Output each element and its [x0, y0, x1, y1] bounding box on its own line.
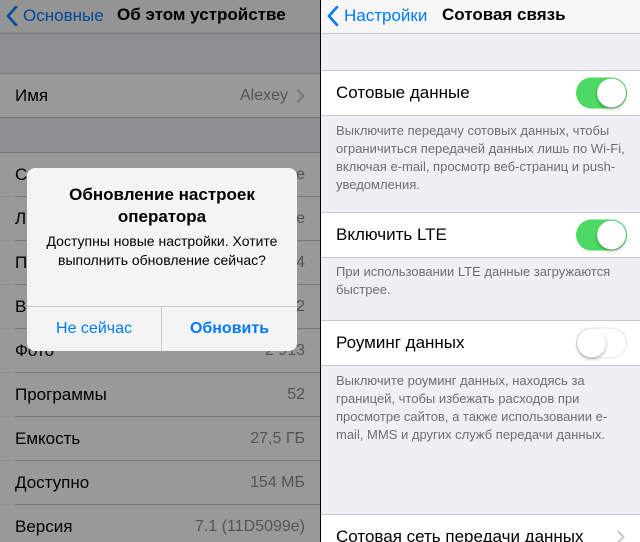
chevron-left-icon	[327, 6, 339, 26]
cellular-data-toggle[interactable]	[576, 77, 627, 109]
toggle-knob	[597, 78, 626, 108]
roaming-toggle[interactable]	[576, 327, 627, 359]
cellular-data-label: Сотовые данные	[336, 83, 470, 102]
cellular-data-row: Сотовые данные	[321, 71, 640, 115]
toggle-knob	[577, 328, 606, 358]
toggle-knob	[597, 220, 626, 250]
cellular-network-row[interactable]: Сотовая сеть передачи данных	[321, 515, 640, 542]
back-button-label: Настройки	[344, 6, 428, 25]
back-button-settings[interactable]: Настройки	[327, 4, 427, 28]
page-title: Сотовая связь	[442, 5, 566, 24]
right-navbar: Настройки Сотовая связь	[321, 0, 640, 34]
carrier-update-alert: Обновление настроек оператора Доступны н…	[27, 168, 297, 351]
not-now-button[interactable]: Не сейчас	[27, 307, 161, 351]
roaming-note: Выключите роуминг данных, находясь за гр…	[336, 373, 608, 442]
about-device-screen: Основные Об этом устройстве Имя Alexey С…	[0, 0, 320, 542]
divider	[321, 115, 640, 116]
lte-note: При использовании LTE данные загружаются…	[336, 264, 611, 297]
divider	[321, 365, 640, 366]
update-button[interactable]: Обновить	[162, 307, 297, 351]
alert-title: Обновление настроек оператора	[69, 185, 255, 226]
roaming-row: Роуминг данных	[321, 321, 640, 365]
lte-row: Включить LTE	[321, 213, 640, 257]
chevron-right-icon	[617, 530, 625, 542]
lte-toggle[interactable]	[576, 219, 627, 251]
lte-label: Включить LTE	[336, 225, 447, 244]
cellular-network-label: Сотовая сеть передачи данных	[336, 527, 584, 542]
divider	[321, 257, 640, 258]
cellular-screen: Настройки Сотовая связь Сотовые данные В…	[321, 0, 640, 542]
alert-message: Доступны новые настройки. Хотите выполни…	[46, 233, 278, 268]
roaming-label: Роуминг данных	[336, 333, 465, 352]
cellular-data-note: Выключите передачу сотовых данных, чтобы…	[336, 123, 625, 192]
